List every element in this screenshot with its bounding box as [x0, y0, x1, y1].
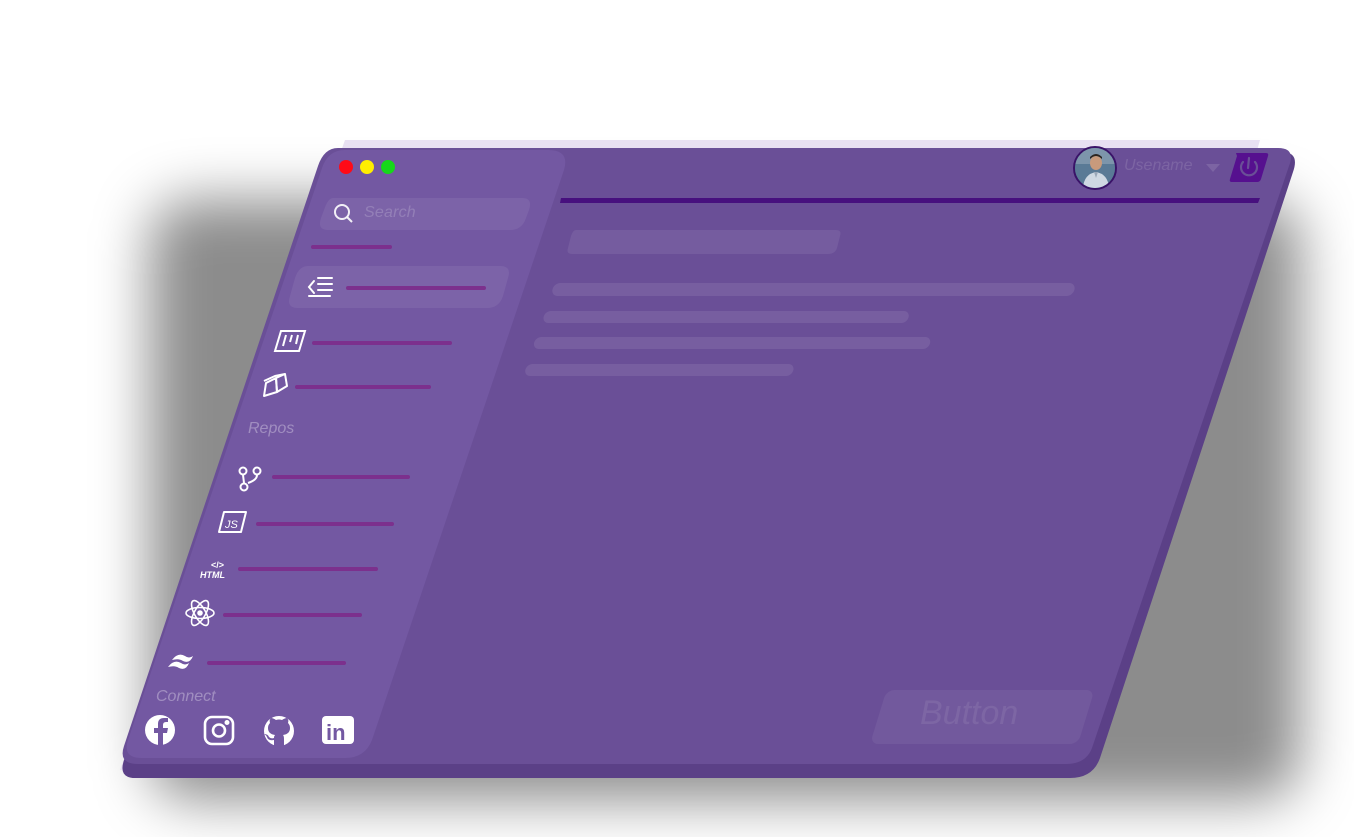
- linkedin-icon[interactable]: in: [322, 716, 354, 745]
- sidebar-item-label: [346, 286, 486, 290]
- sidebar-section-line: [311, 245, 392, 249]
- minimize-window-button[interactable]: [360, 160, 374, 174]
- window-frame: JS </> HTML in: [120, 140, 1295, 778]
- header-divider: [560, 198, 1260, 203]
- sidebar-item-label: [223, 613, 362, 617]
- avatar[interactable]: [1073, 146, 1117, 190]
- svg-text:JS: JS: [224, 519, 239, 531]
- app-window: JS </> HTML in Search Repos Connect Usen…: [0, 0, 1354, 837]
- svg-text:</>: </>: [211, 560, 224, 570]
- connect-section-label: Connect: [156, 688, 216, 705]
- close-window-button[interactable]: [339, 160, 353, 174]
- facebook-icon[interactable]: [145, 715, 175, 745]
- sidebar-item-label: [272, 475, 410, 479]
- repos-section-label: Repos: [248, 420, 295, 437]
- sidebar-item-label: [312, 341, 452, 345]
- search-input[interactable]: [319, 198, 531, 230]
- html-icon-text: HTML: [200, 570, 225, 580]
- content-line-placeholder: [533, 337, 931, 349]
- sidebar-item-label: [256, 522, 394, 526]
- linkedin-icon-text: in: [326, 720, 346, 745]
- avatar-image: [1075, 148, 1115, 188]
- primary-button-label: Button: [920, 694, 1019, 732]
- sidebar-item-label: [295, 385, 431, 389]
- github-icon[interactable]: [264, 716, 294, 746]
- maximize-window-button[interactable]: [381, 160, 395, 174]
- sidebar-item-label: [207, 661, 346, 665]
- content-line-placeholder: [552, 283, 1075, 296]
- content-line-placeholder: [543, 311, 909, 323]
- search-placeholder: Search: [364, 204, 416, 221]
- content-title-placeholder: [567, 230, 841, 254]
- content-line-placeholder: [525, 364, 794, 376]
- username-label[interactable]: Usename: [1124, 157, 1192, 175]
- sidebar-item-label: [238, 567, 378, 571]
